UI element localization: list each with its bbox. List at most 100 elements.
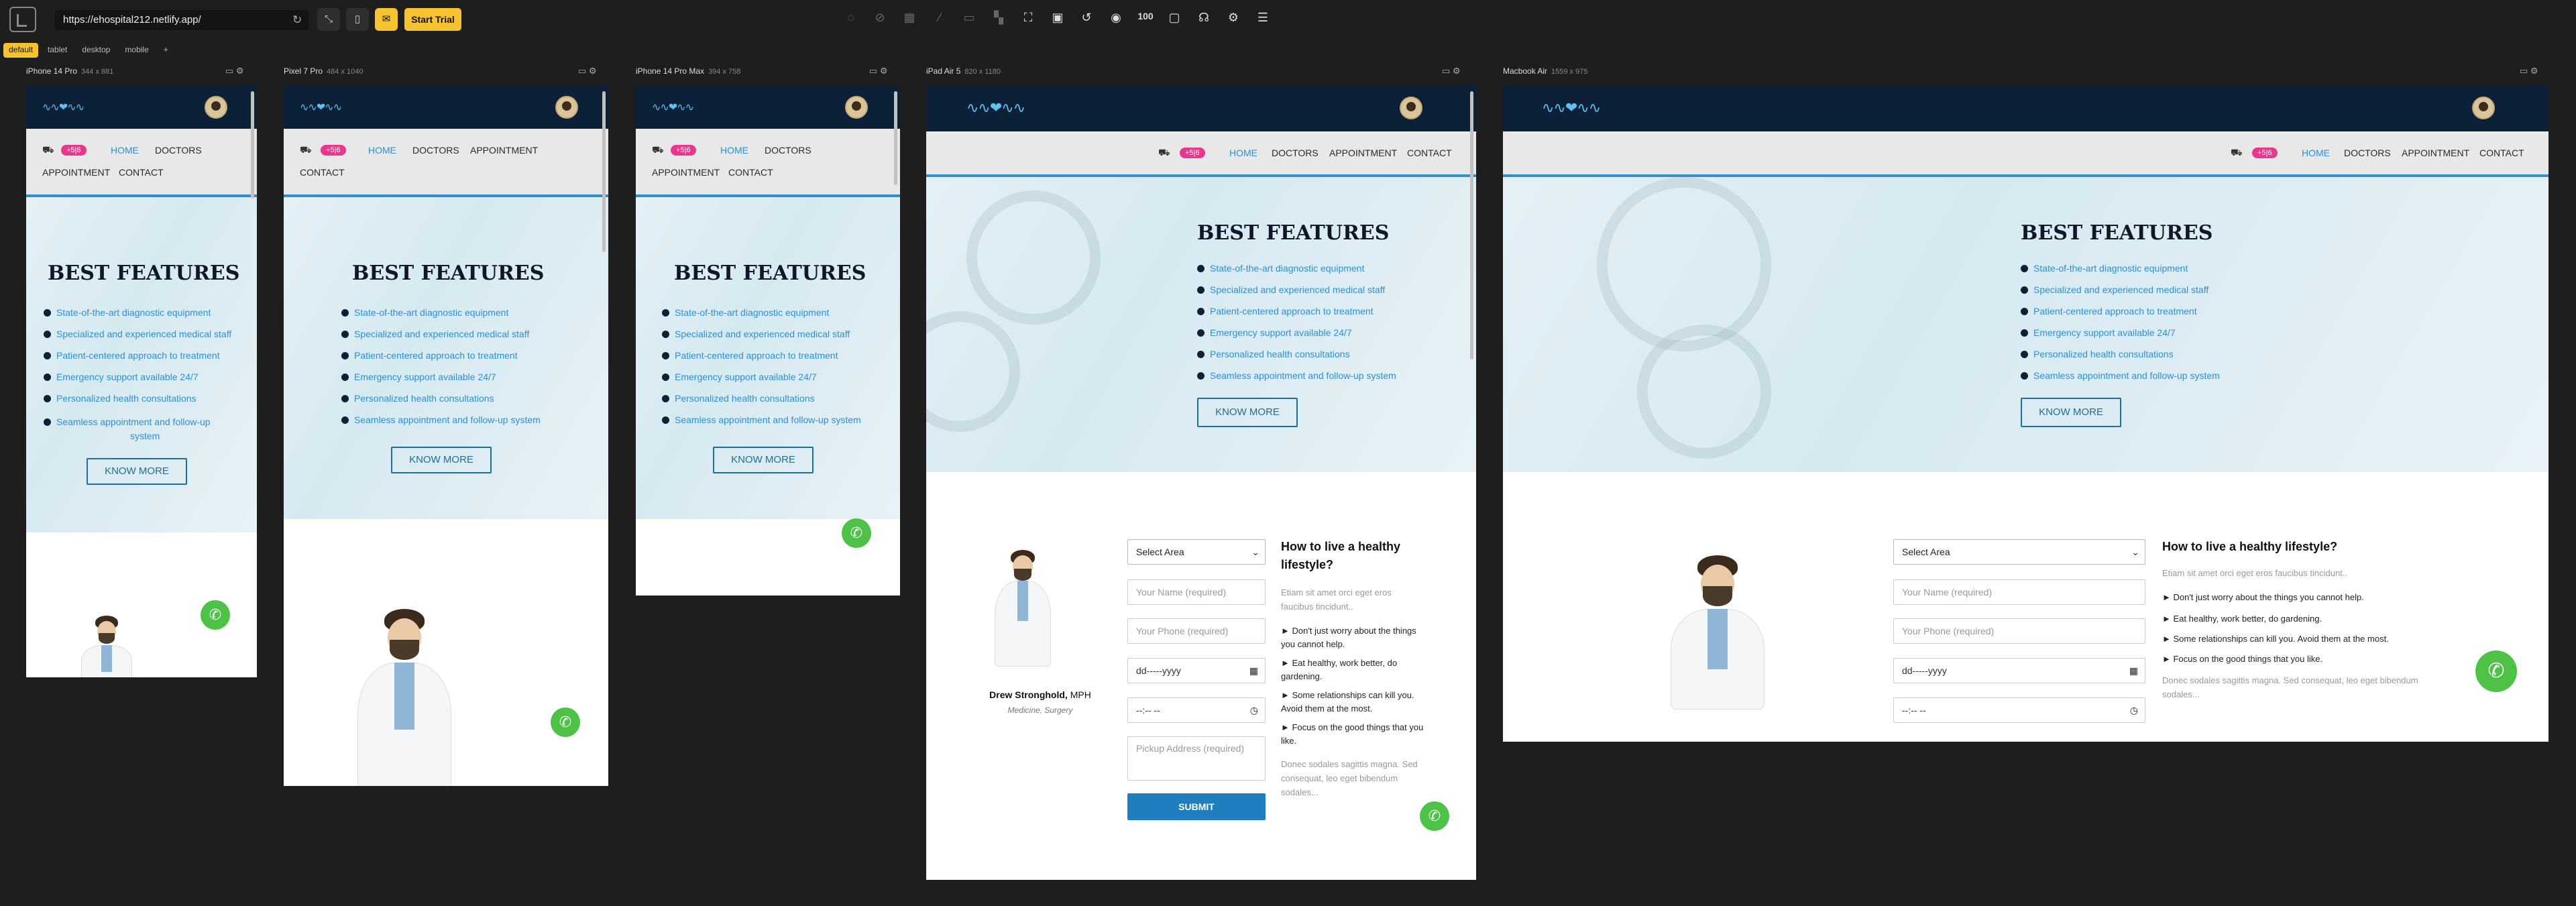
know-more-button[interactable]: KNOW MORE <box>713 447 814 473</box>
nav-doctors[interactable]: DOCTORS <box>765 145 811 156</box>
zoom-level[interactable]: 100 <box>1135 11 1156 21</box>
know-more-button[interactable]: KNOW MORE <box>87 458 187 485</box>
device-actions[interactable]: ▭ ⚙ <box>225 66 244 76</box>
phone-pill[interactable]: +5|6 <box>671 145 696 156</box>
tool-icon-4[interactable]: ∕ <box>932 11 948 25</box>
calendar-icon[interactable]: ▦ <box>1249 659 1258 683</box>
scrollbar[interactable] <box>1470 91 1473 359</box>
date-field[interactable]: dd-----yyyy ▦ <box>1893 658 2145 683</box>
ratio-icon[interactable]: ▢ <box>1166 11 1182 25</box>
device-actions[interactable]: ▭ ⚙ <box>1442 66 1461 76</box>
whatsapp-icon[interactable]: ✆ <box>551 707 580 737</box>
url-input[interactable]: https://ehospital212.netlify.app/ <box>55 10 309 30</box>
phone-pill[interactable]: +5|6 <box>61 145 87 156</box>
nav-contact[interactable]: CONTACT <box>728 167 773 178</box>
nav-contact[interactable]: CONTACT <box>119 167 164 178</box>
reload-icon[interactable]: ↻ <box>292 13 302 27</box>
start-trial-button[interactable]: Start Trial <box>404 8 461 31</box>
avatar[interactable] <box>205 96 227 119</box>
calendar-icon[interactable]: ▦ <box>2129 659 2138 683</box>
mobile-icon[interactable]: ▯ <box>346 8 369 31</box>
site-logo[interactable]: ∿∿❤∿∿ <box>966 99 1025 117</box>
area-select[interactable]: Select Area ⌄ <box>1127 539 1266 565</box>
nav-contact[interactable]: CONTACT <box>2479 148 2524 158</box>
rotate-icon[interactable]: ↺ <box>1078 11 1095 25</box>
know-more-button[interactable]: KNOW MORE <box>1197 398 1298 427</box>
scrollbar[interactable] <box>251 91 254 199</box>
name-field[interactable]: Your Name (required) <box>1893 579 2145 605</box>
tab-mobile[interactable]: mobile <box>119 43 154 58</box>
lock-icon[interactable]: ▣ <box>1050 11 1066 25</box>
ambulance-icon[interactable]: ⛟ <box>42 144 54 157</box>
scrollbar[interactable] <box>602 91 606 252</box>
discord-icon[interactable]: ☊ <box>1196 11 1212 25</box>
whatsapp-icon[interactable]: ✆ <box>201 600 230 630</box>
time-field[interactable]: --:-- -- ◷ <box>1893 697 2145 723</box>
tab-desktop[interactable]: desktop <box>76 43 115 58</box>
site-logo[interactable]: ∿∿❤∿∿ <box>300 101 342 114</box>
device-actions[interactable]: ▭ ⚙ <box>869 66 888 76</box>
address-field[interactable]: Pickup Address (required) <box>1127 736 1266 781</box>
avatar[interactable] <box>1400 97 1422 119</box>
avatar[interactable] <box>845 96 868 119</box>
nav-appointment[interactable]: APPOINTMENT <box>652 167 720 178</box>
screenshot-icon[interactable]: ⛶ <box>1020 11 1036 25</box>
nav-home[interactable]: HOME <box>1229 148 1257 158</box>
know-more-button[interactable]: KNOW MORE <box>391 447 492 473</box>
nav-doctors[interactable]: DOCTORS <box>412 145 459 156</box>
nav-home[interactable]: HOME <box>720 145 748 156</box>
date-field[interactable]: dd-----yyyy ▦ <box>1127 658 1266 683</box>
site-logo[interactable]: ∿∿❤∿∿ <box>42 101 85 114</box>
submit-button[interactable]: SUBMIT <box>1127 793 1266 820</box>
nav-contact[interactable]: CONTACT <box>1407 148 1452 158</box>
inspect-icon[interactable]: ⤡ <box>317 8 340 31</box>
whatsapp-icon[interactable]: ✆ <box>1420 801 1449 831</box>
app-logo[interactable] <box>9 7 36 32</box>
menu-icon[interactable]: ☰ <box>1255 11 1271 25</box>
avatar[interactable] <box>2472 97 2495 119</box>
tool-icon-5[interactable]: ▭ <box>961 11 977 25</box>
tool-icon-3[interactable]: ▦ <box>901 11 917 25</box>
phone-pill[interactable]: +5|6 <box>2252 148 2278 158</box>
whatsapp-icon[interactable]: ✆ <box>2475 650 2517 692</box>
nav-home[interactable]: HOME <box>368 145 396 156</box>
nav-home[interactable]: HOME <box>111 145 139 156</box>
ambulance-icon[interactable]: ⛟ <box>652 144 664 157</box>
ambulance-icon[interactable]: ⛟ <box>2231 147 2243 160</box>
tab-default[interactable]: default <box>3 43 39 58</box>
nav-doctors[interactable]: DOCTORS <box>2344 148 2391 158</box>
site-logo[interactable]: ∿∿❤∿∿ <box>1542 99 1601 117</box>
scrollbar[interactable] <box>894 91 897 185</box>
tool-icon-1[interactable]: ◌ <box>843 11 859 25</box>
nav-appointment[interactable]: APPOINTMENT <box>2402 148 2469 158</box>
tool-icon-2[interactable]: ⊘ <box>872 11 888 25</box>
clock-icon[interactable]: ◷ <box>2130 698 2138 722</box>
phone-pill[interactable]: +5|6 <box>1180 148 1205 158</box>
name-field[interactable]: Your Name (required) <box>1127 579 1266 605</box>
device-actions[interactable]: ▭ ⚙ <box>2520 66 2538 76</box>
camera-icon[interactable]: ◉ <box>1108 11 1124 25</box>
nav-appointment[interactable]: APPOINTMENT <box>42 167 110 178</box>
time-field[interactable]: --:-- -- ◷ <box>1127 697 1266 723</box>
nav-contact[interactable]: CONTACT <box>300 167 345 178</box>
clock-icon[interactable]: ◷ <box>1250 698 1258 722</box>
nav-appointment[interactable]: APPOINTMENT <box>1329 148 1397 158</box>
tool-icon-6[interactable]: ▚ <box>991 11 1007 25</box>
ambulance-icon[interactable]: ⛟ <box>300 144 312 157</box>
nav-appointment[interactable]: APPOINTMENT <box>470 145 538 156</box>
nav-doctors[interactable]: DOCTORS <box>1272 148 1319 158</box>
area-select[interactable]: Select Area ⌄ <box>1893 539 2145 565</box>
device-actions[interactable]: ▭ ⚙ <box>578 66 597 76</box>
ambulance-icon[interactable]: ⛟ <box>1158 147 1170 160</box>
nav-doctors[interactable]: DOCTORS <box>155 145 202 156</box>
phone-field[interactable]: Your Phone (required) <box>1893 618 2145 644</box>
know-more-button[interactable]: KNOW MORE <box>2021 398 2121 427</box>
avatar[interactable] <box>555 96 578 119</box>
phone-field[interactable]: Your Phone (required) <box>1127 618 1266 644</box>
add-tab-button[interactable]: + <box>158 43 174 58</box>
tab-tablet[interactable]: tablet <box>42 43 72 58</box>
settings-icon[interactable]: ⚙ <box>1225 11 1241 25</box>
whatsapp-icon[interactable]: ✆ <box>842 518 871 548</box>
chat-icon[interactable]: ✉ <box>375 8 398 31</box>
phone-pill[interactable]: +5|6 <box>321 145 346 156</box>
